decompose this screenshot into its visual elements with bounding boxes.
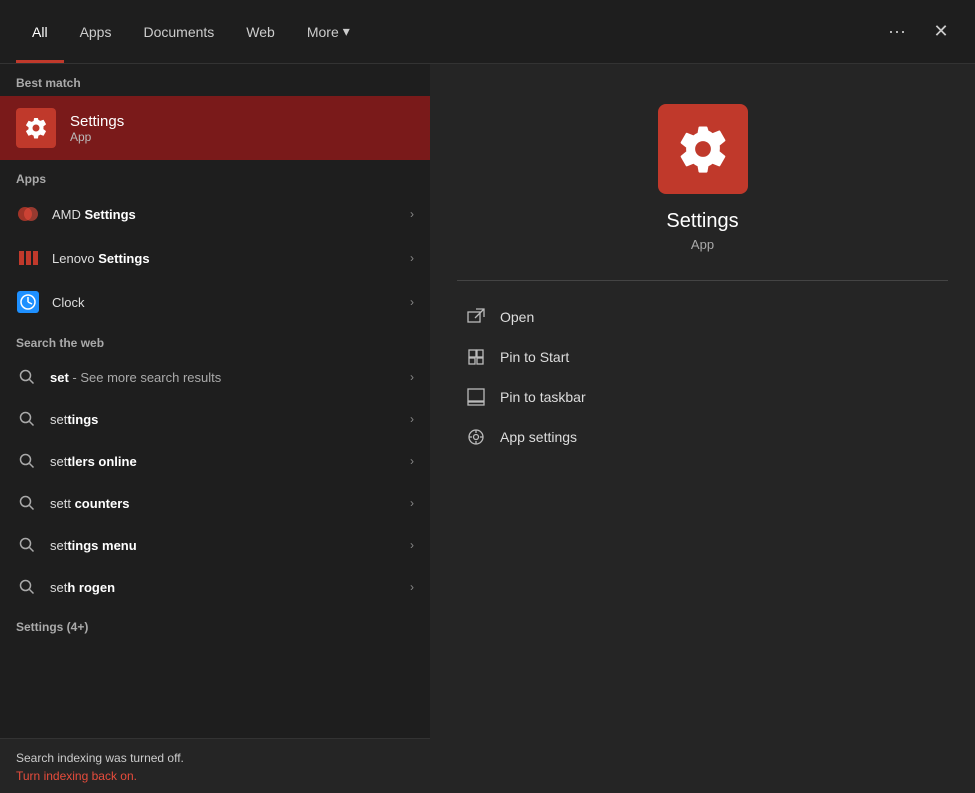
clock-icon: [16, 290, 40, 314]
see-more-chevron: ›: [410, 370, 414, 384]
clock-app-icon: [17, 291, 39, 313]
pin-start-icon: [466, 347, 486, 367]
search-item-seth-rogen[interactable]: seth rogen ›: [0, 566, 430, 608]
pin-taskbar-icon: [466, 387, 486, 407]
search-item-settings[interactable]: settings ›: [0, 398, 430, 440]
settings-large-icon: [658, 104, 748, 194]
ellipsis-icon: ···: [888, 21, 906, 42]
lenovo-icon: [16, 246, 40, 270]
app-settings-icon: [466, 427, 486, 447]
search-item-settings-menu[interactable]: settings menu ›: [0, 524, 430, 566]
pin-start-label: Pin to Start: [500, 349, 569, 365]
apps-section-label: Apps: [0, 160, 430, 192]
indexing-link[interactable]: Turn indexing back on.: [16, 769, 414, 783]
search-icon-2: [16, 450, 38, 472]
right-panel-subtitle: App: [691, 237, 714, 252]
open-label: Open: [500, 309, 534, 325]
search-item-counters[interactable]: sett counters ›: [0, 482, 430, 524]
settlers-chevron: ›: [410, 454, 414, 468]
settings-menu-chevron: ›: [410, 538, 414, 552]
settings-icon-small: [16, 108, 56, 148]
main-content: Best match Settings App Apps: [0, 64, 975, 793]
search-icon-5: [16, 576, 38, 598]
search-text-settings-menu: settings menu: [50, 538, 398, 553]
seth-rogen-chevron: ›: [410, 580, 414, 594]
tab-apps-label: Apps: [80, 24, 112, 40]
search-item-settlers[interactable]: settlers online ›: [0, 440, 430, 482]
ellipsis-button[interactable]: ···: [879, 14, 915, 50]
counters-chevron: ›: [410, 496, 414, 510]
amd-settings-icon: [17, 203, 39, 225]
search-text-counters: sett counters: [50, 496, 398, 511]
tab-web[interactable]: Web: [230, 0, 291, 63]
lenovo-settings-chevron: ›: [410, 251, 414, 265]
close-icon: ✕: [933, 21, 948, 42]
web-section-label: Search the web: [0, 324, 430, 356]
settings-web-chevron: ›: [410, 412, 414, 426]
search-text-seth-rogen: seth rogen: [50, 580, 398, 595]
app-settings-label: App settings: [500, 429, 577, 445]
bottom-bar: Search indexing was turned off. Turn ind…: [0, 738, 430, 793]
right-panel: Settings App Open: [430, 64, 975, 793]
lenovo-settings-label: Lenovo Settings: [52, 251, 398, 266]
settings-group-label: Settings (4+): [0, 608, 430, 640]
gear-icon: [24, 116, 48, 140]
search-text-see-more: set - See more search results: [50, 370, 398, 385]
tab-web-label: Web: [246, 24, 275, 40]
tab-documents[interactable]: Documents: [127, 0, 230, 63]
action-open[interactable]: Open: [446, 297, 959, 337]
best-match-info: Settings App: [70, 113, 124, 144]
best-match-title: Settings: [70, 113, 124, 130]
search-icon-4: [16, 534, 38, 556]
best-match-item[interactable]: Settings App: [0, 96, 430, 160]
open-icon: [466, 307, 486, 327]
search-item-see-more[interactable]: set - See more search results ›: [0, 356, 430, 398]
app-item-amd-settings[interactable]: AMD Settings ›: [0, 192, 430, 236]
tab-all-label: All: [32, 24, 48, 40]
action-list: Open Pin to Start: [430, 297, 975, 457]
tab-more[interactable]: More ▾: [291, 0, 366, 63]
lenovo-settings-icon: [17, 247, 39, 269]
clock-chevron: ›: [410, 295, 414, 309]
close-button[interactable]: ✕: [923, 14, 959, 50]
search-text-settings: settings: [50, 412, 398, 427]
search-text-settlers: settlers online: [50, 454, 398, 469]
search-icon-0: [16, 366, 38, 388]
app-item-lenovo-settings[interactable]: Lenovo Settings ›: [0, 236, 430, 280]
search-window: All Apps Documents Web More ▾ ··· ✕: [0, 0, 975, 793]
action-app-settings[interactable]: App settings: [446, 417, 959, 457]
top-navigation: All Apps Documents Web More ▾ ··· ✕: [0, 0, 975, 64]
nav-tab-list: All Apps Documents Web More ▾: [16, 0, 879, 63]
best-match-subtitle: App: [70, 130, 124, 144]
search-icon-1: [16, 408, 38, 430]
right-panel-title: Settings: [666, 210, 738, 233]
search-icon-3: [16, 492, 38, 514]
amd-settings-label: AMD Settings: [52, 207, 398, 222]
divider: [457, 280, 948, 281]
clock-label: Clock: [52, 295, 398, 310]
tab-apps[interactable]: Apps: [64, 0, 128, 63]
amd-icon: [16, 202, 40, 226]
pin-taskbar-label: Pin to taskbar: [500, 389, 586, 405]
tab-more-label: More: [307, 24, 339, 40]
action-pin-taskbar[interactable]: Pin to taskbar: [446, 377, 959, 417]
tab-all[interactable]: All: [16, 0, 64, 63]
left-panel: Best match Settings App Apps: [0, 64, 430, 793]
amd-settings-chevron: ›: [410, 207, 414, 221]
gear-large-icon: [676, 122, 730, 176]
app-item-clock[interactable]: Clock ›: [0, 280, 430, 324]
tab-documents-label: Documents: [143, 24, 214, 40]
nav-actions: ··· ✕: [879, 14, 959, 50]
action-pin-start[interactable]: Pin to Start: [446, 337, 959, 377]
chevron-down-icon: ▾: [343, 23, 350, 40]
best-match-label: Best match: [0, 64, 430, 96]
indexing-message: Search indexing was turned off.: [16, 751, 184, 765]
